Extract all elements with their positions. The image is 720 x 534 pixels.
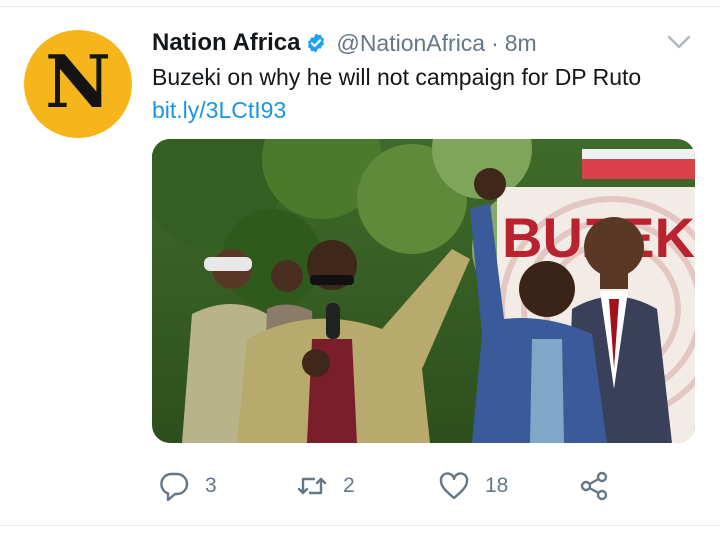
reply-icon [160, 472, 189, 502]
verified-badge-icon [308, 33, 325, 53]
like-button[interactable]: 18 [438, 466, 508, 506]
reply-button[interactable]: 3 [158, 466, 217, 506]
avatar-logo-letter: N [45, 39, 111, 124]
tweet-text: Buzeki on why he will not campaign for D… [152, 64, 642, 90]
tweet-media-photo[interactable]: BUZEKI [152, 139, 695, 443]
heart-icon [439, 472, 469, 500]
tweet-link[interactable]: bit.ly/3LCtI93 [152, 95, 286, 125]
bottom-divider [0, 525, 720, 526]
tweet-actions: 3 2 18 [0, 466, 720, 506]
retweet-icon [297, 477, 327, 495]
separator-dot: · [491, 29, 499, 56]
display-name[interactable]: Nation Africa [152, 29, 300, 57]
user-handle[interactable]: @NationAfrica [336, 30, 485, 57]
reply-count: 3 [205, 474, 217, 497]
timestamp[interactable]: 8m [505, 30, 537, 57]
share-button[interactable] [578, 466, 610, 506]
like-count: 18 [485, 474, 509, 497]
retweet-count: 2 [343, 474, 355, 497]
chevron-down-icon[interactable] [665, 32, 693, 52]
share-icon [580, 471, 608, 501]
tweet-header: Nation Africa @NationAfrica · 8m [152, 28, 537, 58]
retweet-button[interactable]: 2 [296, 466, 355, 506]
top-divider [0, 6, 720, 7]
avatar[interactable]: N [24, 30, 132, 138]
